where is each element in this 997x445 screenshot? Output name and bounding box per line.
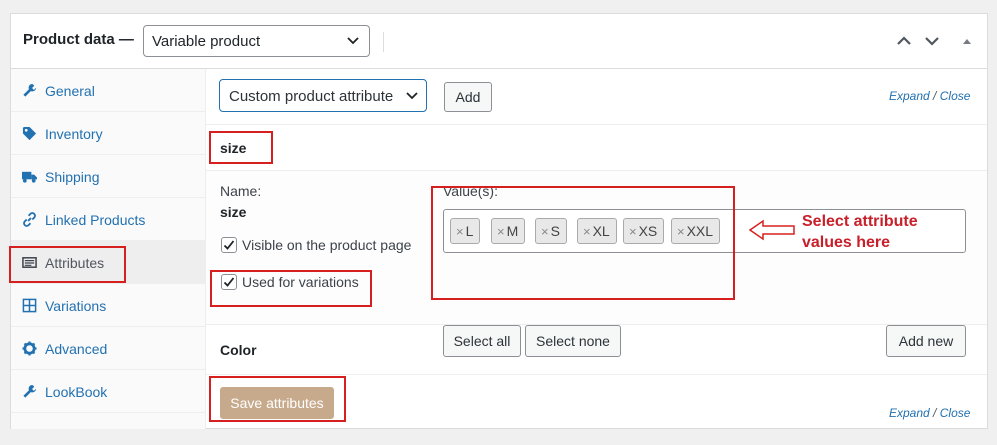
list-icon (22, 257, 37, 268)
truck-icon (22, 171, 37, 183)
expand-close-links: Expand / Close (889, 89, 971, 103)
attribute-type-select[interactable]: Custom product attribute (219, 79, 427, 112)
tab-variations[interactable]: Variations (11, 284, 206, 327)
name-label: Name: (220, 183, 262, 199)
tab-inventory[interactable]: Inventory (11, 112, 206, 155)
wrench-icon (23, 83, 37, 97)
tab-linked-products[interactable]: Linked Products (11, 198, 206, 241)
remove-icon[interactable]: × (583, 224, 591, 239)
link-icon (23, 212, 36, 227)
remove-icon[interactable]: × (629, 224, 637, 239)
visible-label: Visible on the product page (242, 237, 412, 253)
chevron-down-icon (406, 92, 418, 100)
product-type-value: Variable product (152, 33, 261, 50)
visible-checkbox[interactable] (221, 237, 237, 253)
expand-link[interactable]: Expand (889, 89, 930, 103)
panel-title: Product data — (23, 31, 134, 48)
close-link[interactable]: Close (940, 89, 971, 103)
value-chip[interactable]: × XL (577, 218, 617, 244)
grid-icon (22, 298, 37, 313)
remove-icon[interactable]: × (541, 224, 549, 239)
tab-general[interactable]: General (11, 69, 206, 112)
tab-shipping[interactable]: Shipping (11, 155, 206, 198)
expand-link[interactable]: Expand (889, 406, 930, 420)
product-type-select[interactable]: Variable product (143, 25, 370, 57)
color-attribute-name: Color (220, 342, 257, 358)
checkmark-icon (223, 277, 235, 287)
footer-expand-close-links: Expand / Close (889, 406, 971, 420)
attribute-header-size[interactable]: size (206, 125, 987, 171)
checkmark-icon (223, 240, 235, 250)
attribute-toolbar: Custom product attribute Add Expand / Cl… (206, 69, 987, 125)
remove-icon[interactable]: × (456, 224, 464, 239)
save-attributes-button[interactable]: Save attributes (220, 387, 334, 419)
attribute-header-color[interactable]: Color (206, 325, 987, 375)
panel-header: Product data — Variable product (11, 14, 987, 69)
tab-advanced[interactable]: Advanced (11, 327, 206, 370)
value-chip[interactable]: × L (450, 218, 481, 244)
product-data-tabs: General Inventory Shipping Linked Produc… (11, 69, 206, 429)
used-for-variations-label: Used for variations (242, 274, 359, 290)
chevron-down-icon[interactable] (923, 32, 941, 50)
close-link[interactable]: Close (940, 406, 971, 420)
value-chip[interactable]: × XXL (671, 218, 721, 244)
tag-icon (22, 126, 37, 141)
values-label: Value(s): (443, 183, 498, 199)
chevron-down-icon (347, 37, 359, 45)
triangle-up-icon[interactable] (958, 32, 976, 50)
header-divider (383, 32, 384, 52)
attribute-name-heading: size (220, 140, 247, 156)
remove-icon[interactable]: × (497, 224, 505, 239)
add-attribute-button[interactable]: Add (444, 82, 492, 112)
wrench-icon (23, 384, 37, 398)
name-value: size (220, 204, 247, 220)
annotation-note: Select attribute values here (802, 213, 918, 251)
value-chip[interactable]: × M (491, 218, 526, 244)
remove-icon[interactable]: × (677, 224, 685, 239)
arrow-left-icon (749, 219, 795, 241)
tab-lookbook[interactable]: LookBook (11, 370, 206, 413)
chevron-up-icon[interactable] (895, 32, 913, 50)
value-chip[interactable]: × S (535, 218, 567, 244)
gear-icon (22, 341, 37, 356)
tab-attributes[interactable]: Attributes (11, 241, 206, 284)
used-for-variations-checkbox[interactable] (221, 274, 237, 290)
value-chip[interactable]: × XS (623, 218, 665, 244)
